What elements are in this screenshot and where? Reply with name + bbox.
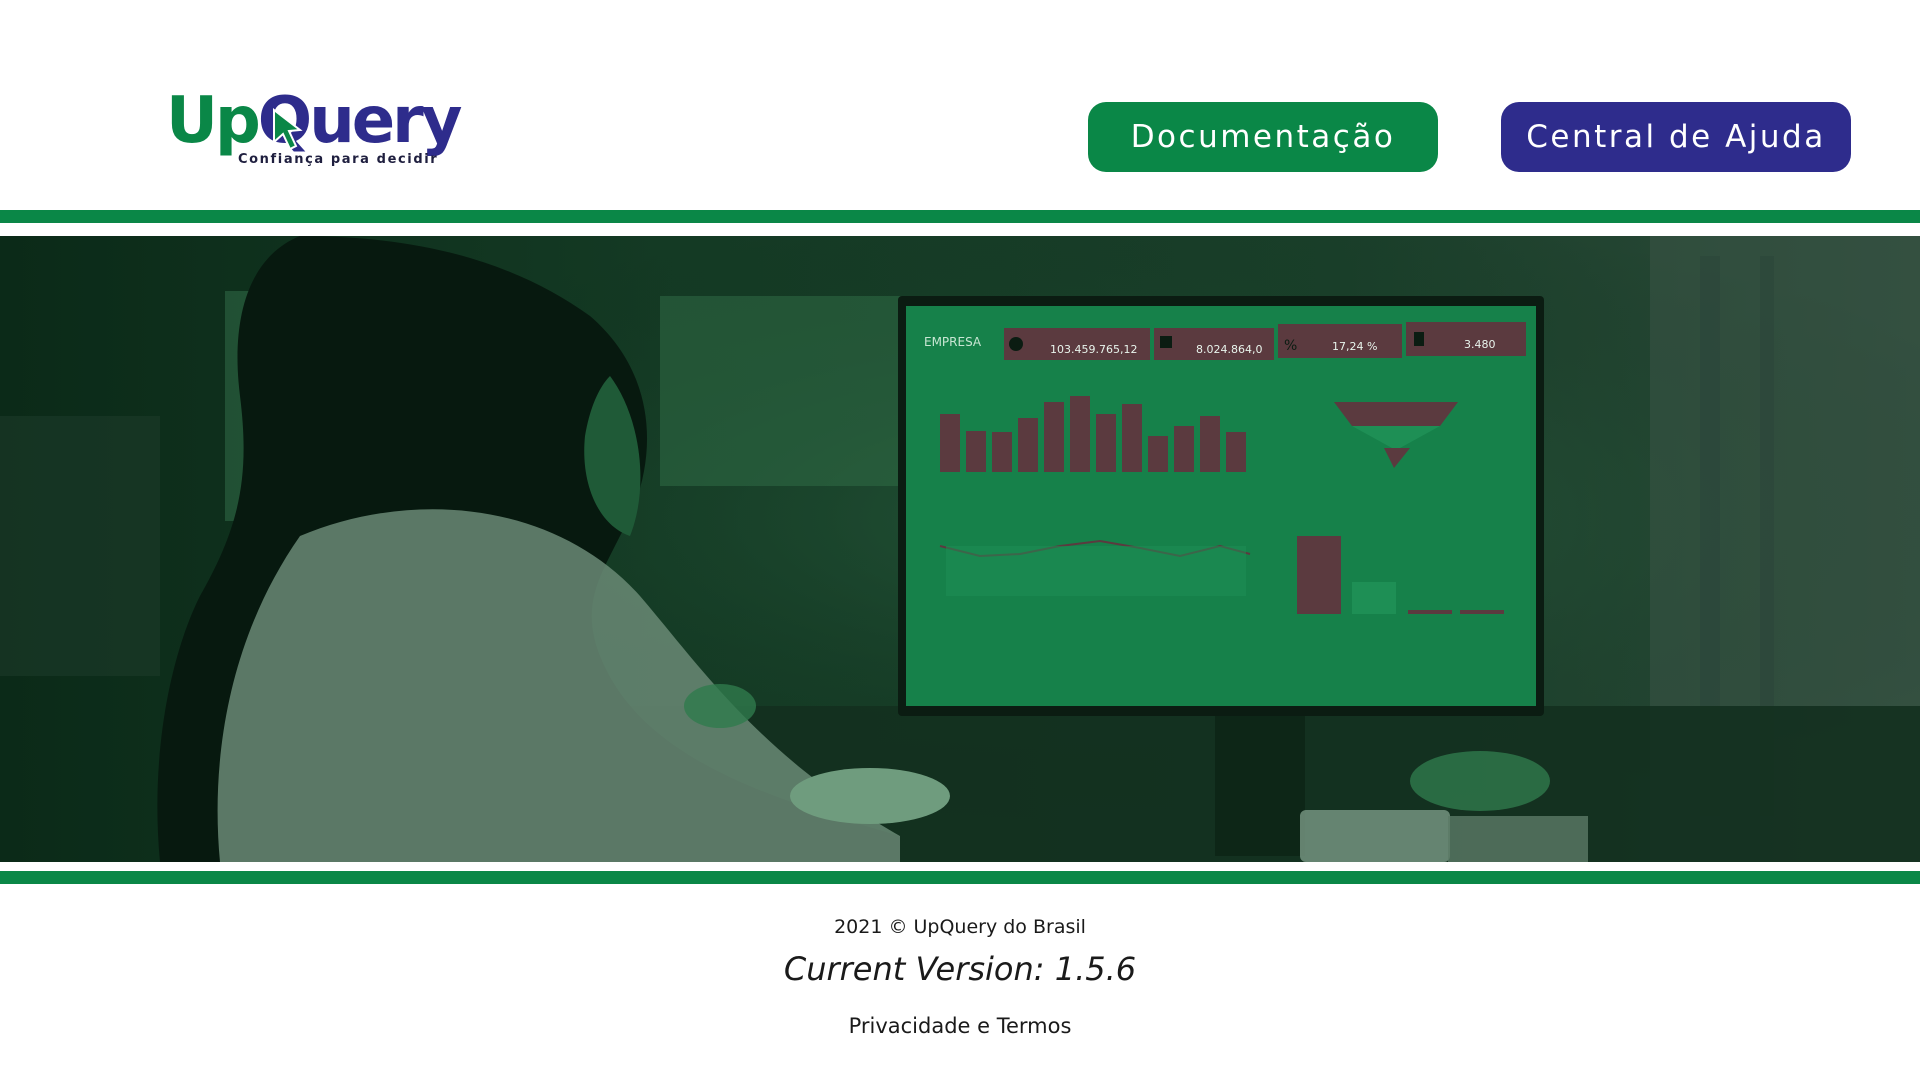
top-divider-stripe (0, 210, 1920, 223)
help-center-button[interactable]: Central de Ajuda (1501, 102, 1851, 172)
cursor-arrow-icon (273, 108, 303, 151)
documentation-button[interactable]: Documentação (1088, 102, 1438, 172)
hero-banner-image: EMPRESA 103.459.765,12 8.024.864,0 17,24… (0, 236, 1920, 862)
logo-text-up: Up (166, 84, 261, 158)
logo-tagline: Confiança para decidir (238, 152, 439, 167)
kpi-value-2: 8.024.864,0 (1196, 343, 1262, 356)
kpi-value-3: 17,24 % (1332, 340, 1377, 353)
bottom-divider-stripe (0, 871, 1920, 884)
weight-icon (1160, 336, 1172, 348)
footer-version: Current Version: 1.5.6 (783, 950, 1137, 988)
logo-wordmark: UpQuery (166, 80, 462, 162)
percent-icon: % (1284, 338, 1297, 354)
document-icon (1414, 332, 1424, 346)
privacy-terms-link[interactable]: Privacidade e Termos (0, 1014, 1920, 1038)
upquery-logo[interactable]: UpQuery Confiança para decidir (166, 80, 462, 175)
kpi-value-4: 3.480 (1464, 338, 1496, 351)
dashboard-company-label: EMPRESA (924, 335, 982, 349)
dollar-icon (1009, 337, 1023, 351)
footer-copyright: 2021 © UpQuery do Brasil (834, 916, 1086, 938)
person-at-computer-dashboard-image: EMPRESA 103.459.765,12 8.024.864,0 17,24… (0, 236, 1920, 862)
kpi-value-1: 103.459.765,12 (1050, 343, 1137, 356)
